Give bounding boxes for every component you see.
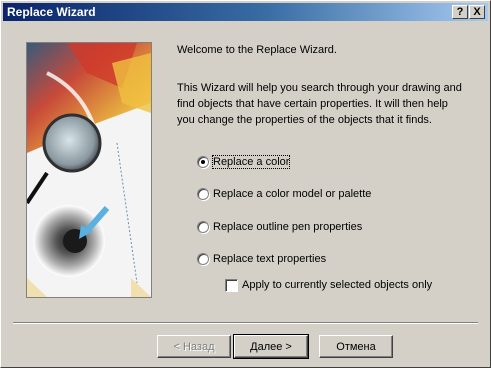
next-button[interactable]: Далее > bbox=[233, 334, 309, 359]
close-button[interactable]: X bbox=[469, 5, 485, 19]
radio-label: Replace outline pen properties bbox=[213, 221, 363, 233]
separator bbox=[13, 322, 478, 324]
cancel-button-label: Отмена bbox=[336, 340, 376, 353]
radio-label: Replace text properties bbox=[213, 253, 327, 265]
next-button-label: Далее > bbox=[250, 340, 292, 353]
window-title: Replace Wizard bbox=[7, 5, 96, 19]
back-button-label: < Назад bbox=[173, 340, 215, 353]
wizard-illustration bbox=[26, 42, 152, 298]
radio-label: Replace a color model or palette bbox=[213, 188, 372, 200]
radio-replace-color[interactable]: Replace a color bbox=[197, 154, 291, 170]
help-button[interactable]: ? bbox=[452, 5, 468, 19]
welcome-text: Welcome to the Replace Wizard. bbox=[177, 44, 337, 56]
back-button[interactable]: < Назад bbox=[157, 335, 231, 358]
radio-label: Replace a color bbox=[211, 155, 291, 169]
radio-button[interactable] bbox=[197, 156, 209, 168]
radio-replace-text[interactable]: Replace text properties bbox=[197, 251, 326, 267]
radio-replace-outline-pen[interactable]: Replace outline pen properties bbox=[197, 219, 362, 235]
apply-selected-checkbox-row[interactable]: Apply to currently selected objects only bbox=[225, 277, 432, 293]
title-bar: Replace Wizard ? X bbox=[3, 3, 488, 21]
cancel-button[interactable]: Отмена bbox=[319, 335, 393, 358]
replace-wizard-window: Replace Wizard ? X Welcome to the Replac… bbox=[0, 0, 491, 368]
apply-selected-checkbox[interactable] bbox=[225, 278, 238, 292]
description-text: This Wizard will help you search through… bbox=[177, 82, 462, 126]
radio-replace-color-model[interactable]: Replace a color model or palette bbox=[197, 186, 371, 202]
magnifier-eye-illustration bbox=[27, 43, 151, 297]
radio-button[interactable] bbox=[197, 188, 209, 200]
checkbox-label: Apply to currently selected objects only bbox=[242, 279, 433, 291]
radio-button[interactable] bbox=[197, 253, 209, 265]
radio-button[interactable] bbox=[197, 221, 209, 233]
